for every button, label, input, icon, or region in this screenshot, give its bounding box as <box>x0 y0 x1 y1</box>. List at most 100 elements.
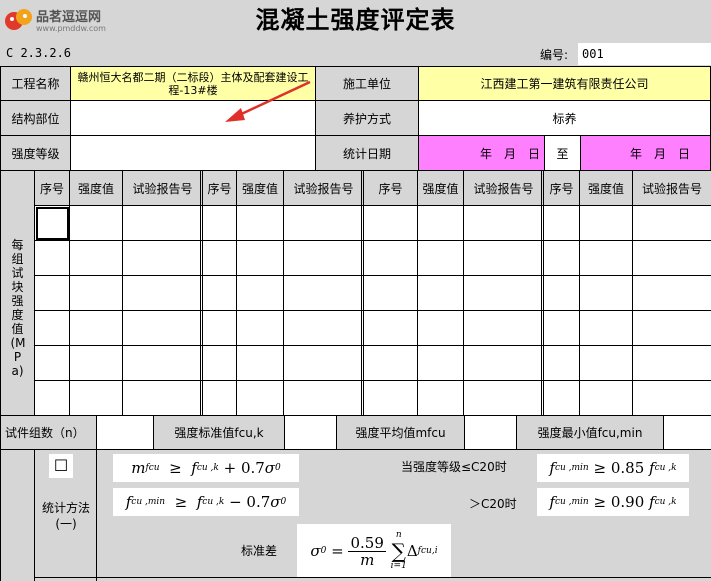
info-block: 工程名称 赣州恒大名都二期（二标段）主体及配套建设工程-13#楼 施工单位 江西… <box>0 66 711 171</box>
grid-cell[interactable] <box>284 276 364 311</box>
grid-cell[interactable] <box>464 381 544 416</box>
grid-cell[interactable] <box>123 276 203 311</box>
grid-cell[interactable] <box>580 381 633 416</box>
grid-cell[interactable] <box>418 206 464 241</box>
grid-cell[interactable] <box>203 346 237 381</box>
grid-cell[interactable] <box>35 381 70 416</box>
sum-icon: ∑ <box>391 539 406 563</box>
project-label: 工程名称 <box>1 67 71 101</box>
grid-cell[interactable] <box>418 241 464 276</box>
grid-cell[interactable] <box>237 276 284 311</box>
grid-cell[interactable] <box>364 381 418 416</box>
grid-cell[interactable] <box>203 381 237 416</box>
grid-cell[interactable] <box>580 311 633 346</box>
grid-cell[interactable] <box>544 381 580 416</box>
grid-cell[interactable] <box>464 346 544 381</box>
grade-value[interactable] <box>71 136 316 171</box>
grid-cell[interactable] <box>580 206 633 241</box>
grid-cell[interactable] <box>203 241 237 276</box>
grid-header-8: 试验报告号 <box>464 171 544 206</box>
min-value[interactable] <box>664 416 711 450</box>
grid-cell[interactable] <box>203 311 237 346</box>
grid-cell[interactable] <box>464 241 544 276</box>
grid-cell[interactable] <box>633 311 711 346</box>
sd-bottom: i=1 <box>390 561 407 571</box>
grid-cell[interactable] <box>364 276 418 311</box>
contractor-value[interactable]: 江西建工第一建筑有限责任公司 <box>419 67 711 101</box>
grid-cell[interactable] <box>464 311 544 346</box>
grid-cell[interactable] <box>633 381 711 416</box>
groups-value[interactable] <box>97 416 154 450</box>
grid-cell[interactable] <box>633 206 711 241</box>
number-label: 编号: <box>540 48 569 62</box>
curing-value[interactable]: 标养 <box>419 101 711 136</box>
formula-cond2: f cu ,min ≥ 0.90 f cu ,k <box>537 488 689 516</box>
grid-cell[interactable] <box>70 381 123 416</box>
grid-cell[interactable] <box>580 276 633 311</box>
grid-header-1: 强度值 <box>70 171 123 206</box>
grid-cell[interactable] <box>544 276 580 311</box>
grid-cell[interactable] <box>284 346 364 381</box>
grid-cell[interactable] <box>418 346 464 381</box>
grid-cell[interactable] <box>464 206 544 241</box>
grid-cell[interactable] <box>123 346 203 381</box>
grid-header-9: 序号 <box>544 171 580 206</box>
date-from-field[interactable]: 年 月 日 <box>419 136 545 171</box>
standard-value[interactable] <box>285 416 337 450</box>
grid-cell[interactable] <box>284 381 364 416</box>
grid-cell[interactable] <box>544 346 580 381</box>
grid-header-6: 序号 <box>364 171 418 206</box>
method-left-col <box>1 450 35 581</box>
grid-cell[interactable] <box>580 346 633 381</box>
grid-cell[interactable] <box>35 346 70 381</box>
grid-cell[interactable] <box>70 206 123 241</box>
formula-cond1: f cu ,min ≥ 0.85 f cu ,k <box>537 454 689 482</box>
min-label: 强度最小值fcu,min <box>517 416 664 450</box>
grid-cell[interactable] <box>237 381 284 416</box>
grid-cell[interactable] <box>35 206 70 241</box>
grid-cell[interactable] <box>284 241 364 276</box>
grid-cell[interactable] <box>70 346 123 381</box>
grid-cell[interactable] <box>203 276 237 311</box>
grid-cell[interactable] <box>544 311 580 346</box>
grid-cell[interactable] <box>364 346 418 381</box>
grid-cell[interactable] <box>237 241 284 276</box>
grid-cell[interactable] <box>123 206 203 241</box>
grid-cell[interactable] <box>418 381 464 416</box>
grid-cell[interactable] <box>70 311 123 346</box>
grid-cell[interactable] <box>237 311 284 346</box>
grid-cell[interactable] <box>418 276 464 311</box>
grid-cell[interactable] <box>284 206 364 241</box>
grid-cell[interactable] <box>237 346 284 381</box>
grid-cell[interactable] <box>70 276 123 311</box>
date-to-field[interactable]: 年 月 日 <box>581 136 711 171</box>
grid-cell[interactable] <box>35 311 70 346</box>
method-block: ☐ 统计方法(一) m fcu ≥ f cu ,k + 0.7 σ 0 f cu ,min… <box>0 450 711 581</box>
side-label-text: 每组试块强度值(MPa) <box>10 238 26 378</box>
grid-cell[interactable] <box>544 241 580 276</box>
grid-cell[interactable] <box>237 206 284 241</box>
grid-cell[interactable] <box>364 311 418 346</box>
grid-cell[interactable] <box>364 206 418 241</box>
grid-cell[interactable] <box>580 241 633 276</box>
grid-cell[interactable] <box>35 276 70 311</box>
grid-cell[interactable] <box>418 311 464 346</box>
grid-cell[interactable] <box>284 311 364 346</box>
date-to-label: 至 <box>545 136 581 171</box>
number-field[interactable]: 001 <box>578 43 711 65</box>
grid-cell[interactable] <box>544 206 580 241</box>
grid-cell[interactable] <box>35 241 70 276</box>
grid-cell[interactable] <box>633 241 711 276</box>
method-checkbox[interactable]: ☐ <box>49 454 73 478</box>
mean-value[interactable] <box>465 416 517 450</box>
grid-cell[interactable] <box>203 206 237 241</box>
grid-cell[interactable] <box>123 241 203 276</box>
grid-cell[interactable] <box>633 346 711 381</box>
grid-cell[interactable] <box>633 276 711 311</box>
grid-cell[interactable] <box>464 276 544 311</box>
grid-cell[interactable] <box>364 241 418 276</box>
grid-cell[interactable] <box>123 311 203 346</box>
cond1-label: 当强度等级≤C20时 <box>401 460 507 474</box>
grid-cell[interactable] <box>123 381 203 416</box>
grid-cell[interactable] <box>70 241 123 276</box>
